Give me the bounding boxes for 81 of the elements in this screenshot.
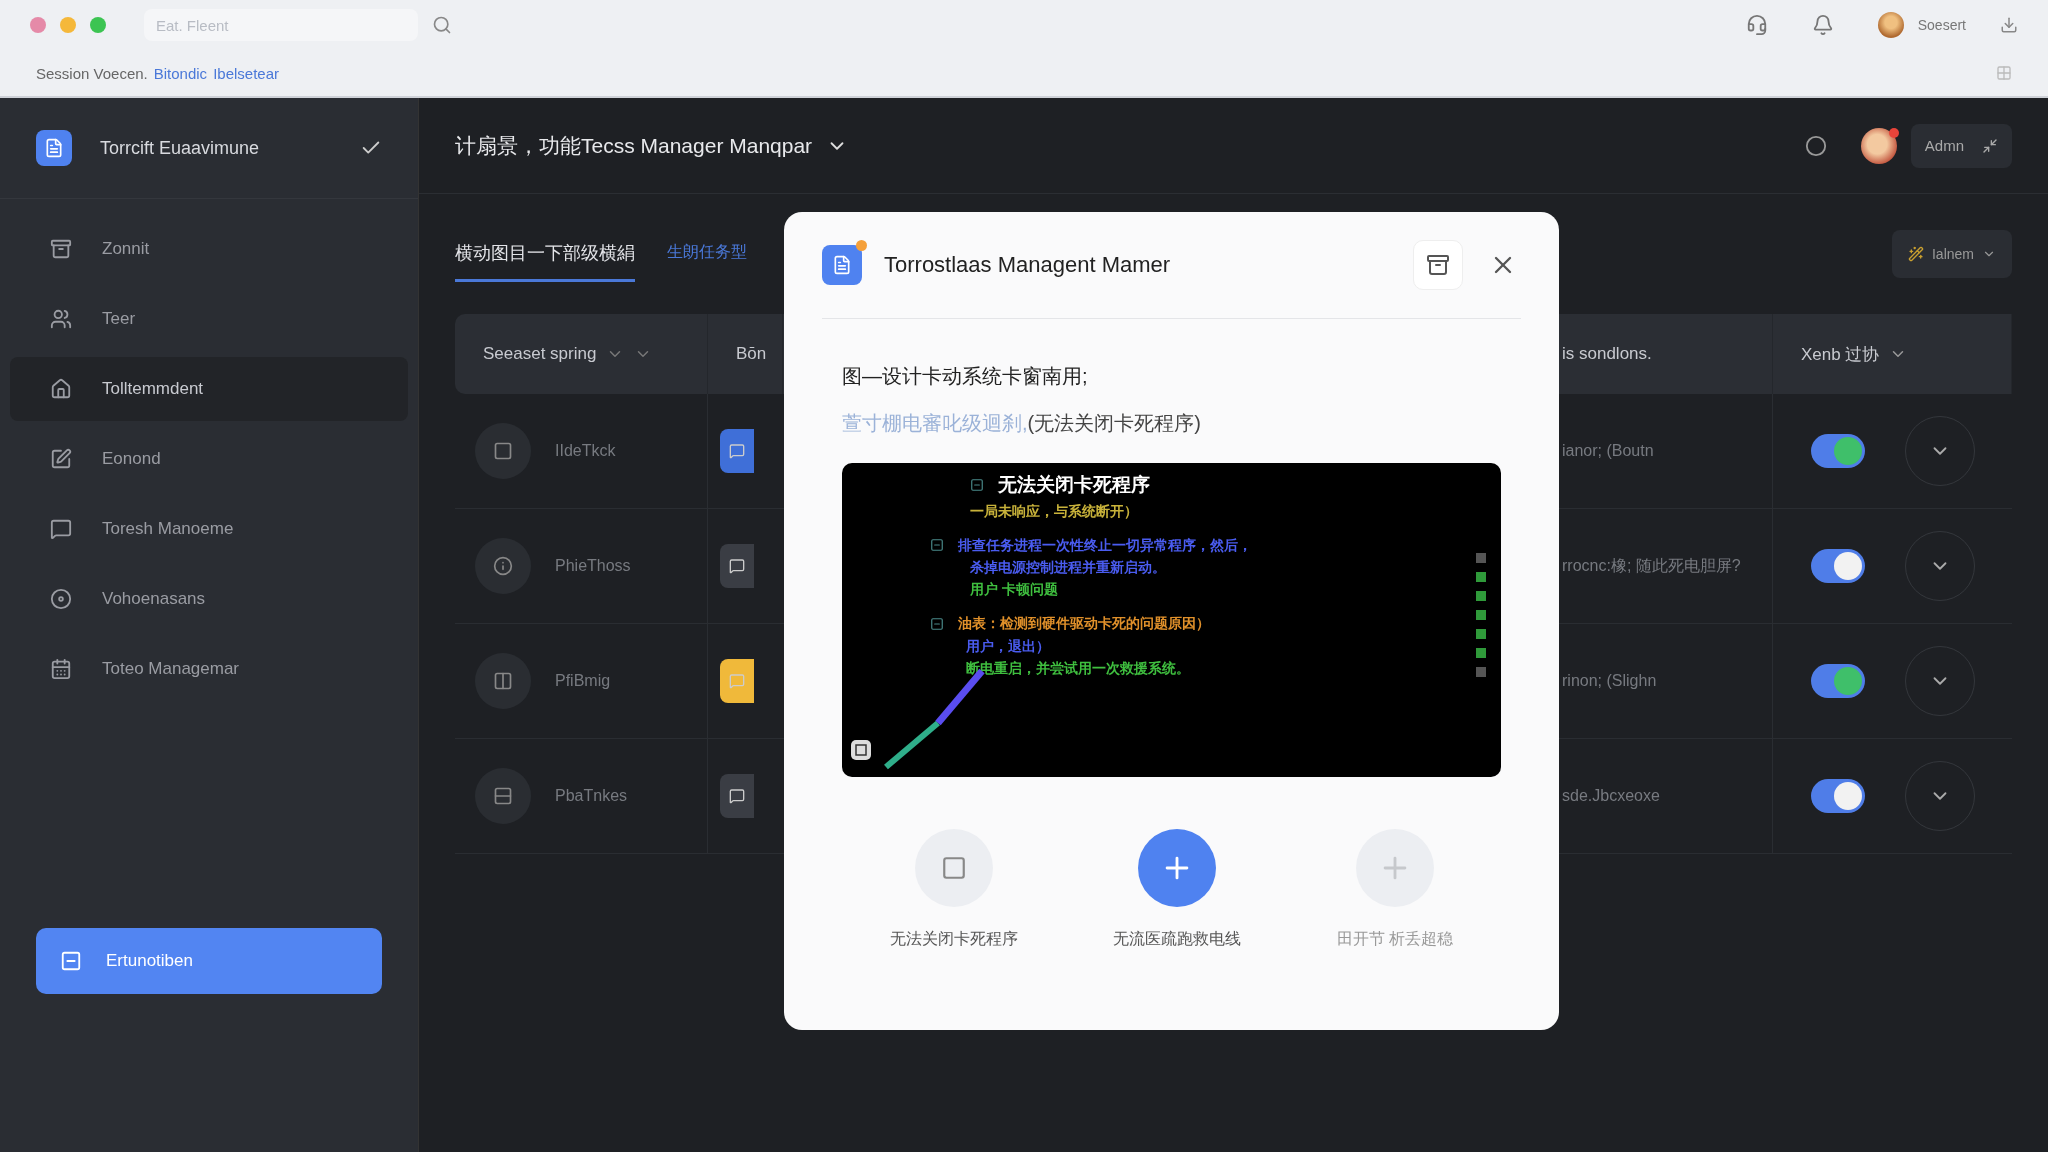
status-icon[interactable] [1804, 134, 1827, 157]
fold-icon [970, 478, 984, 493]
tray-icon [1426, 253, 1450, 277]
message-icon [729, 558, 745, 574]
app-logo-icon [36, 130, 72, 166]
sidebar-item[interactable]: Toresh Manoeme [10, 497, 408, 561]
toggle-switch[interactable] [1810, 549, 1865, 583]
maximize-window-icon[interactable] [90, 17, 106, 33]
column-header[interactable]: Bōn [708, 314, 783, 394]
dialog-note: (无法关闭卡死程序) [1027, 411, 1201, 436]
terminal-line: 断电重启，并尝试用一次救援系统。 [966, 658, 1190, 677]
table-cell: sde.Jbcxeoxe [1562, 787, 1660, 805]
avatar[interactable] [1860, 127, 1897, 164]
message-icon [729, 443, 745, 459]
sidebar-item[interactable]: Teer [10, 287, 408, 351]
filter-button[interactable]: Ialnem [1891, 230, 2012, 278]
nav-icon [50, 588, 72, 610]
document-icon [832, 255, 852, 275]
terminal-line: 排查任务进程一次性终止一切异常程序，然后， [958, 535, 1252, 555]
nav-icon [50, 448, 72, 470]
column-header[interactable]: Xenb 过协 [1773, 314, 2012, 394]
terminal-line: 无法关闭卡死程序 [998, 473, 1150, 497]
table-cell: PhieThoss [555, 557, 631, 575]
action-label: 无流医疏跑救电线 [1113, 929, 1242, 949]
table-cell: IIdeTkck [555, 442, 616, 460]
search-field[interactable]: Eat. Fleent [144, 9, 418, 41]
admin-button[interactable]: Admn [1910, 123, 2012, 168]
fold-icon [930, 537, 944, 552]
table-cell: ianor; (Boutn [1562, 442, 1654, 460]
terminal-line: 杀掉电源控制进程并重新启动。 [970, 558, 1166, 577]
workspace-title: Torrcift Euaavimune [100, 137, 261, 159]
expand-icon [850, 739, 872, 761]
table-cell: PbaTnkes [555, 787, 628, 805]
square-icon [940, 855, 967, 881]
terminal-line: 一局未响应，与系统断开） [970, 501, 1138, 520]
search-icon[interactable] [432, 15, 452, 35]
message-icon [729, 788, 745, 804]
action-label: 无法关闭卡死程序 [889, 929, 1018, 949]
terminal-line: 用户 卡顿问题 [970, 580, 1058, 599]
column-header[interactable]: Seeaset spring [455, 314, 708, 394]
tab[interactable]: 横动图目一下部级横絹 [455, 226, 635, 282]
support-icon[interactable] [1745, 14, 1768, 36]
sidebar-item[interactable]: Vohoenasans [10, 567, 408, 631]
message-icon [729, 673, 745, 689]
nav-icon [50, 378, 72, 400]
breadcrumb-link[interactable]: Ibelsetear [213, 64, 279, 82]
toggle-switch[interactable] [1810, 434, 1865, 468]
nav-icon [50, 308, 72, 330]
nav-icon [50, 658, 72, 680]
sidebar-item[interactable]: Toteo Managemar [10, 637, 408, 701]
wand-icon [1907, 246, 1924, 262]
table-cell: PfiBmig [555, 672, 611, 690]
fold-icon [930, 616, 944, 631]
nav-icon [50, 518, 72, 540]
close-window-icon[interactable] [30, 17, 46, 33]
user-name: Soesert [1917, 17, 1966, 33]
sidebar-item[interactable]: Zonnit [10, 217, 408, 281]
action-label: 田开节 析丢超稳 [1336, 929, 1454, 949]
column-header[interactable]: is sondlons. [1558, 314, 1773, 394]
terminal-line: 用户，退出） [966, 636, 1050, 655]
document-icon [60, 950, 82, 972]
dialog-title: Torrostlaas Managent Mamer [884, 252, 1172, 278]
terminal-line: 油表：检测到硬件驱动卡死的问题原因） [958, 614, 1210, 633]
sidebar-item[interactable]: Eonond [10, 427, 408, 491]
notification-badge [1888, 127, 1899, 138]
dialog-heading: 图—设计卡动系统卡窗南用; [842, 364, 1089, 389]
page-title: 计扇景，功能Tecss Manager Manqpar [455, 132, 813, 159]
sidebar-action-button[interactable]: Ertunotiben [36, 928, 382, 994]
table-cell-text: rrocnc:橡; 随此死电胆屏? [1562, 555, 1741, 576]
download-icon[interactable] [2000, 16, 2018, 34]
table-cell: rinon; (Slighn [1562, 672, 1657, 690]
notification-dot [856, 240, 867, 251]
toggle-switch[interactable] [1810, 664, 1865, 698]
notification-icon[interactable] [1811, 14, 1834, 36]
collapse-icon [1982, 137, 1998, 154]
tab[interactable]: 生朗任务型 [667, 226, 747, 282]
nav-icon [50, 238, 72, 260]
breadcrumb-link[interactable]: Bitondic [153, 64, 208, 82]
sidebar-item[interactable]: Tolltemmdent [10, 357, 408, 421]
breadcrumb-text: Session Voecen. [36, 64, 148, 82]
toggle-switch[interactable] [1810, 779, 1865, 813]
